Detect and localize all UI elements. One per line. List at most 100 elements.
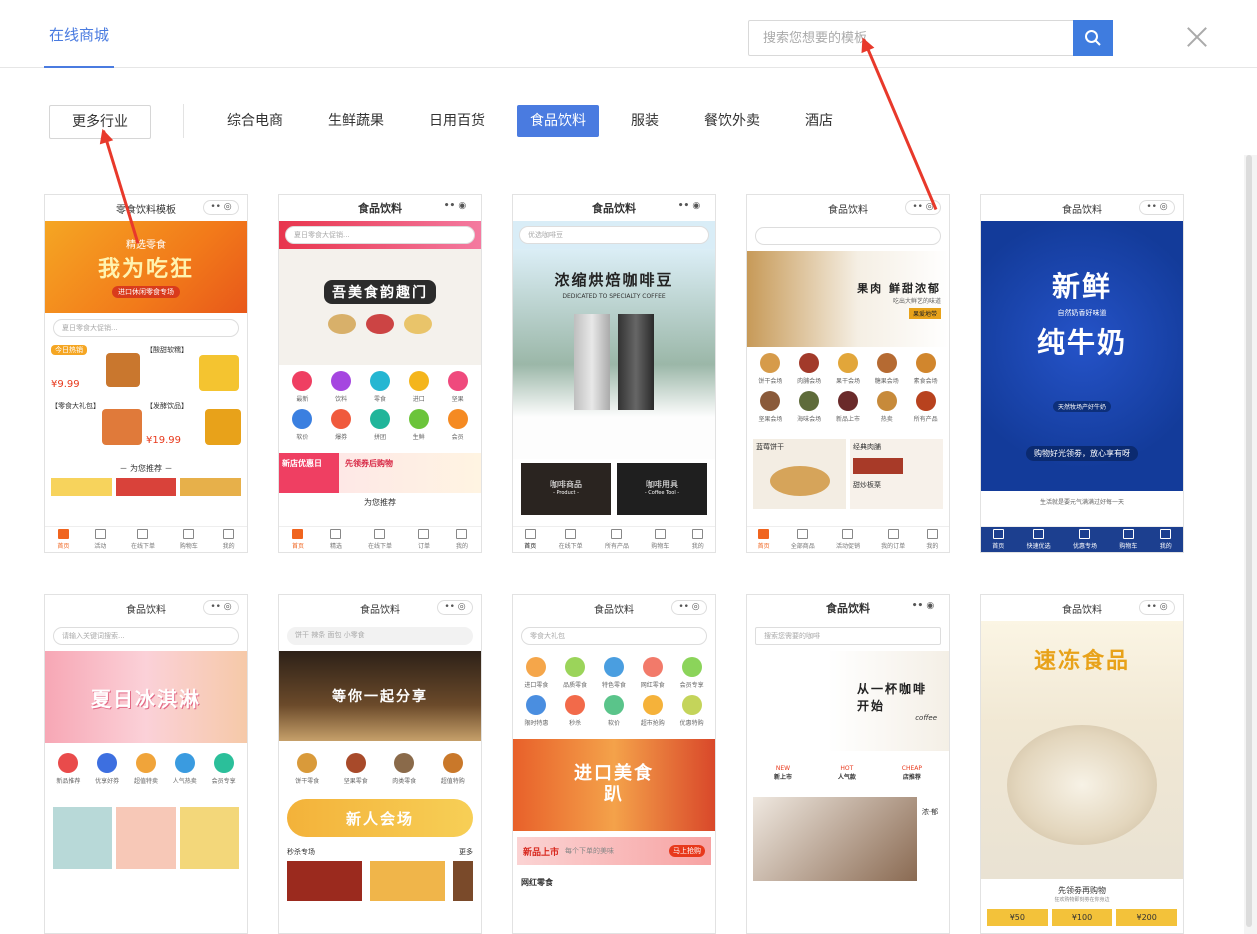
banner-slogan: 购物好光领劵，放心享有呀 (1026, 446, 1138, 461)
close-icon[interactable] (1184, 24, 1210, 50)
tab-bar: 首页 全部商品 活动促销 我的订单 我的 (747, 526, 949, 552)
menu-capsule-icon: •• ◉ (443, 201, 467, 211)
template-card[interactable]: 食品饮料 •• ◉ 夏日零食大促销... 吾美食韵趣门 最新 饮料 零食 进口 坚… (278, 194, 482, 553)
tab-bar: 首页 精选 在线下单 订单 我的 (279, 526, 481, 552)
banner-title: 吾美食韵趣门 (324, 280, 436, 304)
phone-header: 零食饮料模板 •• ◎ (45, 195, 247, 221)
search-button[interactable] (1073, 20, 1113, 56)
search-icon (1085, 30, 1101, 46)
template-title: 食品饮料 (828, 204, 868, 216)
template-banner: 浓缩烘焙咖啡豆 DEDICATED TO SPECIALTY COFFEE (513, 249, 715, 459)
template-card[interactable]: 食品饮料 •• ◎ 速冻食品 先领劵再购物 狂欢购物即刻劵在你身边 ¥50 ¥10… (980, 594, 1184, 934)
template-card[interactable]: 食品饮料 •• ◎ 饼干 辣条 面包 小零食 等你一起分享 饼干零食 坚果零食 肉… (278, 594, 482, 934)
template-card[interactable]: 食品饮料 •• ◎ 果肉 鲜甜浓郁 吃出大鲜艺的味道 果爱地带 饼干会场 肉脯会场… (746, 194, 950, 553)
phone-header: 食品饮料 •• ◎ (747, 195, 949, 221)
category-tab[interactable]: 酒店 (792, 105, 846, 137)
category-tab[interactable]: 生鲜蔬果 (315, 105, 397, 137)
banner-title: 新鲜 (1051, 270, 1112, 303)
menu-capsule-icon: •• ◎ (1139, 200, 1175, 215)
template-card[interactable]: 食品饮料 •• ◉ 搜索您需要的咖啡 从一杯咖啡开始 coffee NEW 新上市 … (746, 594, 950, 934)
menu-capsule-icon: •• ◉ (911, 601, 935, 611)
template-card[interactable]: 食品饮料 •• ◎ 请输入关键词搜索... 夏日冰淇淋 新品推荐 优享好券 超值特… (44, 594, 248, 934)
mini-search: 夏日零食大促销... (53, 319, 239, 337)
template-title: 食品饮料 (1062, 204, 1102, 216)
search-input[interactable] (749, 21, 1073, 55)
product-item: 【酸甜软糯】 (146, 345, 241, 401)
template-banner: 进口美食趴 (513, 739, 715, 831)
menu-capsule-icon: •• ◎ (671, 600, 707, 615)
template-title: 食品饮料 (592, 202, 636, 215)
category-icons: 饼干零食 坚果零食 肉类零食 超值特购 (279, 741, 481, 797)
tab-bar: 首页 活动 在线下单 购物车 我的 (45, 526, 247, 552)
tab-online-store[interactable]: 在线商城 (44, 22, 114, 68)
footer-sub: 狂欢购物即刻劵在你身边 (1054, 897, 1110, 903)
footer-text: 先领劵再购物 (1058, 886, 1106, 895)
template-title: 食品饮料 (358, 202, 402, 215)
banner-button: 果爱地带 (908, 307, 941, 319)
template-card[interactable]: 食品饮料 •• ◎ 零食大礼包 进口零食 品质零食 特色零食 网红零食 会员专享 … (512, 594, 716, 934)
banner-title: 夏日冰淇淋 (91, 686, 201, 711)
banner-title: 浓缩烘焙咖啡豆 (554, 271, 674, 289)
search-band: 优选咖啡豆 (513, 221, 715, 249)
template-card[interactable]: 零食饮料模板 •• ◎ 精选零食 我为吃狂 进口休闲零食专场 夏日零食大促销...… (44, 194, 248, 553)
mini-search: 饼干 辣条 面包 小零食 (287, 627, 473, 645)
product-item: 今日热销 ¥9.99 (51, 345, 146, 401)
template-search (748, 20, 1113, 56)
menu-capsule-icon: •• ◎ (1139, 600, 1175, 615)
phone-header: 食品饮料 •• ◎ (513, 595, 715, 621)
category-tab[interactable]: 餐饮外卖 (691, 105, 773, 137)
phone-header: 食品饮料 •• ◎ (981, 595, 1183, 621)
search-band: 夏日零食大促销... (279, 221, 481, 249)
phone-header: 食品饮料 •• ◉ (279, 195, 481, 221)
template-banner: 从一杯咖啡开始 coffee (747, 651, 949, 751)
phone-header: 食品饮料 •• ◎ (279, 595, 481, 621)
feature-image: 浓·郁 (747, 789, 949, 881)
mini-search: 搜索您需要的咖啡 (755, 627, 941, 645)
product-item: 【零食大礼包】 (51, 401, 146, 457)
promo-banner: 新品上市 每个下单的美味 马上抢购 (517, 837, 711, 865)
template-title: 食品饮料 (826, 602, 870, 615)
product-grid: 今日热销 ¥9.99 【酸甜软糯】 【零食大礼包】 【发酵饮品】 ¥19.99 (45, 343, 247, 459)
category-tab[interactable]: 综合电商 (214, 105, 296, 137)
coupon-row: ¥50 ¥100 ¥200 (981, 903, 1183, 932)
promo-banner: 新人会场 (287, 799, 473, 837)
category-icons: 新品推荐 优享好券 超值特卖 人气热卖 会员专享 (45, 743, 247, 797)
filter-divider (183, 104, 184, 138)
template-title: 食品饮料 (126, 604, 166, 616)
template-card[interactable]: 食品饮料 •• ◎ 新鲜 自然奶香好味道 纯牛奶 天然牧场产好牛奶 购物好光领劵，… (980, 194, 1184, 553)
scrollbar-thumb[interactable] (1246, 155, 1252, 927)
category-icons: 饼干会场 肉脯会场 果干会场 糖果会场 素食会场 坚果会场 海味会场 新品上市 … (747, 347, 949, 435)
template-card[interactable]: 食品饮料 •• ◉ 优选咖啡豆 浓缩烘焙咖啡豆 DEDICATED TO SPEC… (512, 194, 716, 553)
category-tab-active[interactable]: 食品饮料 (517, 105, 599, 137)
category-icons: 进口零食 品质零食 特色零食 网红零食 会员专享 限时特惠 秒杀 软价 超市抢购… (513, 651, 715, 739)
category-tab[interactable]: 服装 (618, 105, 672, 137)
banner-title-2: 纯牛奶 (1036, 326, 1127, 359)
menu-capsule-icon: •• ◎ (437, 600, 473, 615)
product-item: 【发酵饮品】 ¥19.99 (146, 401, 241, 457)
template-title: 食品饮料 (594, 604, 634, 616)
template-title: 食品饮料 (360, 604, 400, 616)
phone-header: 食品饮料 •• ◎ (45, 595, 247, 621)
banner-title: 进口美食趴 (574, 763, 654, 805)
tile-row: 咖啡商品 - Product - 咖啡用具 - Coffee Tool - (513, 459, 715, 519)
category-tabs: 综合电商 生鲜蔬果 日用百货 食品饮料 服装 餐饮外卖 酒店 (214, 105, 865, 137)
category-tab[interactable]: 日用百货 (416, 105, 498, 137)
product-strip (45, 797, 247, 879)
template-banner: 新鲜 自然奶香好味道 纯牛奶 天然牧场产好牛奶 购物好光领劵，放心享有呀 (981, 221, 1183, 491)
banner-sub: 自然奶香好味道 (1057, 309, 1107, 317)
tab-bar: 首页 在线下单 所有产品 购物车 我的 (513, 526, 715, 552)
banner-title: 果肉 鲜甜浓郁 (857, 281, 941, 295)
banner-sub: 精选零食 (126, 240, 166, 251)
promo-banner: 新店优惠日 先领券后购物 (279, 453, 481, 493)
banner-title: 我为吃狂 (97, 256, 194, 282)
template-banner: 速冻食品 (981, 621, 1183, 879)
footer-text: 生活就是要元气满满过好每一天 (1039, 499, 1124, 506)
banner-sub: 吃出大鲜艺的味道 (892, 297, 941, 305)
banner-sub-2: 天然牧场产好牛奶 (1052, 401, 1111, 412)
banner-title: 等你一起分享 (332, 689, 428, 705)
template-title: 食品饮料 (1062, 604, 1102, 616)
phone-header: 食品饮料 •• ◉ (747, 595, 949, 621)
banner-sub: DEDICATED TO SPECIALTY COFFEE (562, 293, 666, 300)
phone-header: 食品饮料 •• ◉ (513, 195, 715, 221)
banner-sub: coffee (915, 714, 937, 722)
